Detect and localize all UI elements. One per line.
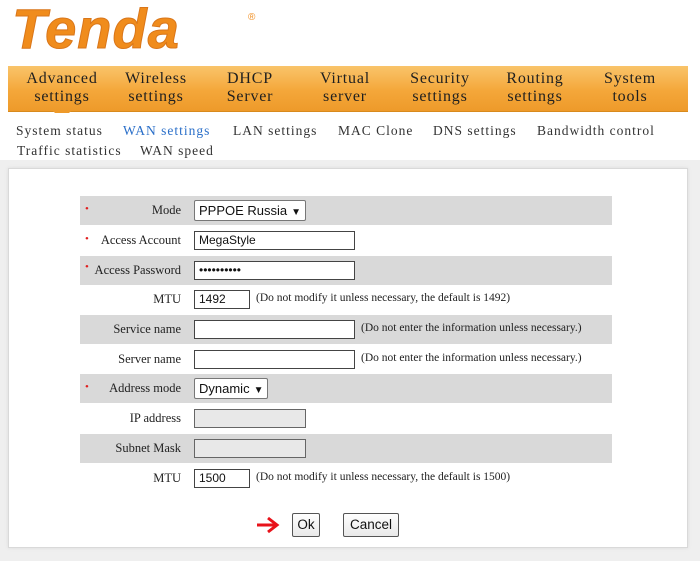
row-server-name: Server name (Do not enter the informatio… [80, 345, 612, 374]
dropdown-arrow-icon: ▼ [291, 207, 302, 218]
row-mtu-2: MTU 1500 (Do not modify it unless necess… [80, 464, 612, 493]
tab-label-line1: Routing [506, 70, 564, 87]
service-name-label: Service name [113, 322, 181, 336]
tab-routing-settings[interactable]: Routing settings [495, 70, 575, 110]
mtu-input-2[interactable]: 1500 [194, 469, 250, 488]
tab-virtual-server[interactable]: Virtual server [305, 70, 385, 110]
subnav-dns-settings[interactable]: DNS settings [433, 123, 517, 139]
tab-label-line1: System [604, 70, 656, 87]
server-name-label: Server name [118, 352, 181, 366]
access-password-label: Access Password [94, 263, 181, 277]
access-account-label: Access Account [100, 233, 181, 247]
tab-label-line2: Server [226, 88, 274, 105]
row-mtu-1: MTU 1492 (Do not modify it unless necess… [80, 285, 612, 314]
mtu-input-1[interactable]: 1492 [194, 290, 250, 309]
top-navigation: Advanced settings Wireless settings DHCP… [8, 66, 688, 112]
tab-label-line2: settings [128, 88, 184, 105]
arrow-right-icon [257, 516, 280, 534]
subnav-mac-clone[interactable]: MAC Clone [338, 123, 413, 139]
tab-security-settings[interactable]: Security settings [400, 70, 480, 110]
address-mode-select[interactable]: Dynamic ▼ [194, 378, 269, 399]
logo-text: Tenda [12, 2, 180, 58]
subnav-bandwidth-control[interactable]: Bandwidth control [537, 123, 655, 139]
tenda-logo: Tenda ® [8, 2, 268, 58]
tab-dhcp-server[interactable]: DHCP Server [210, 70, 290, 110]
row-service-name: Service name (Do not enter the informati… [80, 315, 612, 344]
server-name-hint: (Do not enter the information unless nec… [361, 352, 582, 364]
service-name-input[interactable] [194, 320, 355, 339]
row-subnet-mask: Subnet Mask [80, 434, 612, 463]
mode-select[interactable]: PPPOE Russia ▼ [194, 200, 307, 221]
subnet-mask-input[interactable] [194, 439, 306, 458]
access-password-input[interactable]: •••••••••• [194, 261, 355, 280]
tab-label-line2: settings [507, 88, 563, 105]
tab-system-tools[interactable]: System tools [590, 70, 670, 110]
required-marker: • [85, 233, 89, 245]
cancel-button[interactable]: Cancel [343, 513, 399, 537]
tab-label-line1: Virtual [320, 70, 370, 87]
ok-button[interactable]: Ok [292, 513, 320, 537]
tab-advanced-settings[interactable]: Advanced settings [22, 70, 102, 110]
subnet-mask-label: Subnet Mask [115, 441, 181, 455]
mtu-hint-1: (Do not modify it unless necessary, the … [256, 292, 511, 304]
dropdown-arrow-icon: ▼ [253, 385, 264, 396]
access-account-input[interactable]: MegaStyle [194, 231, 355, 250]
sub-navigation: System status WAN settings LAN settings … [0, 113, 700, 163]
tab-label-line2: settings [34, 88, 90, 105]
address-mode-label: Address mode [109, 381, 181, 395]
trademark-symbol: ® [248, 12, 256, 23]
tab-label-line1: Advanced [26, 70, 98, 87]
row-address-mode: • Address mode Dynamic ▼ [80, 374, 612, 403]
tab-label-line2: server [323, 88, 367, 105]
row-access-account: • Access Account MegaStyle [80, 226, 612, 255]
tab-label-line1: DHCP [227, 70, 273, 87]
required-marker: • [85, 381, 89, 393]
subnav-wan-settings[interactable]: WAN settings [123, 123, 210, 139]
mode-label: Mode [151, 203, 181, 217]
required-marker: • [85, 203, 89, 215]
server-name-input[interactable] [194, 350, 355, 369]
row-access-password: • Access Password •••••••••• [80, 256, 612, 285]
address-mode-select-value: Dynamic [199, 381, 250, 396]
mtu-hint-2: (Do not modify it unless necessary, the … [256, 471, 511, 483]
mode-select-value: PPPOE Russia [199, 203, 288, 218]
ip-address-input[interactable] [194, 409, 306, 428]
tab-label-line2: tools [612, 88, 648, 105]
mtu-label: MTU [153, 292, 181, 306]
row-ip-address: IP address [80, 404, 612, 433]
mtu-label: MTU [153, 471, 181, 485]
tab-wireless-settings[interactable]: Wireless settings [116, 70, 196, 110]
tab-label-line2: settings [412, 88, 468, 105]
subnav-traffic-statistics[interactable]: Traffic statistics [17, 143, 122, 159]
ip-address-label: IP address [129, 411, 181, 425]
subnav-system-status[interactable]: System status [16, 123, 103, 139]
subnav-wan-speed[interactable]: WAN speed [140, 143, 214, 159]
required-marker: • [85, 261, 89, 273]
tab-label-line1: Wireless [125, 70, 187, 87]
service-name-hint: (Do not enter the information unless nec… [361, 322, 582, 334]
tab-label-line1: Security [410, 70, 470, 87]
row-mode: • Mode PPPOE Russia ▼ [80, 196, 612, 225]
subnav-lan-settings[interactable]: LAN settings [233, 123, 317, 139]
